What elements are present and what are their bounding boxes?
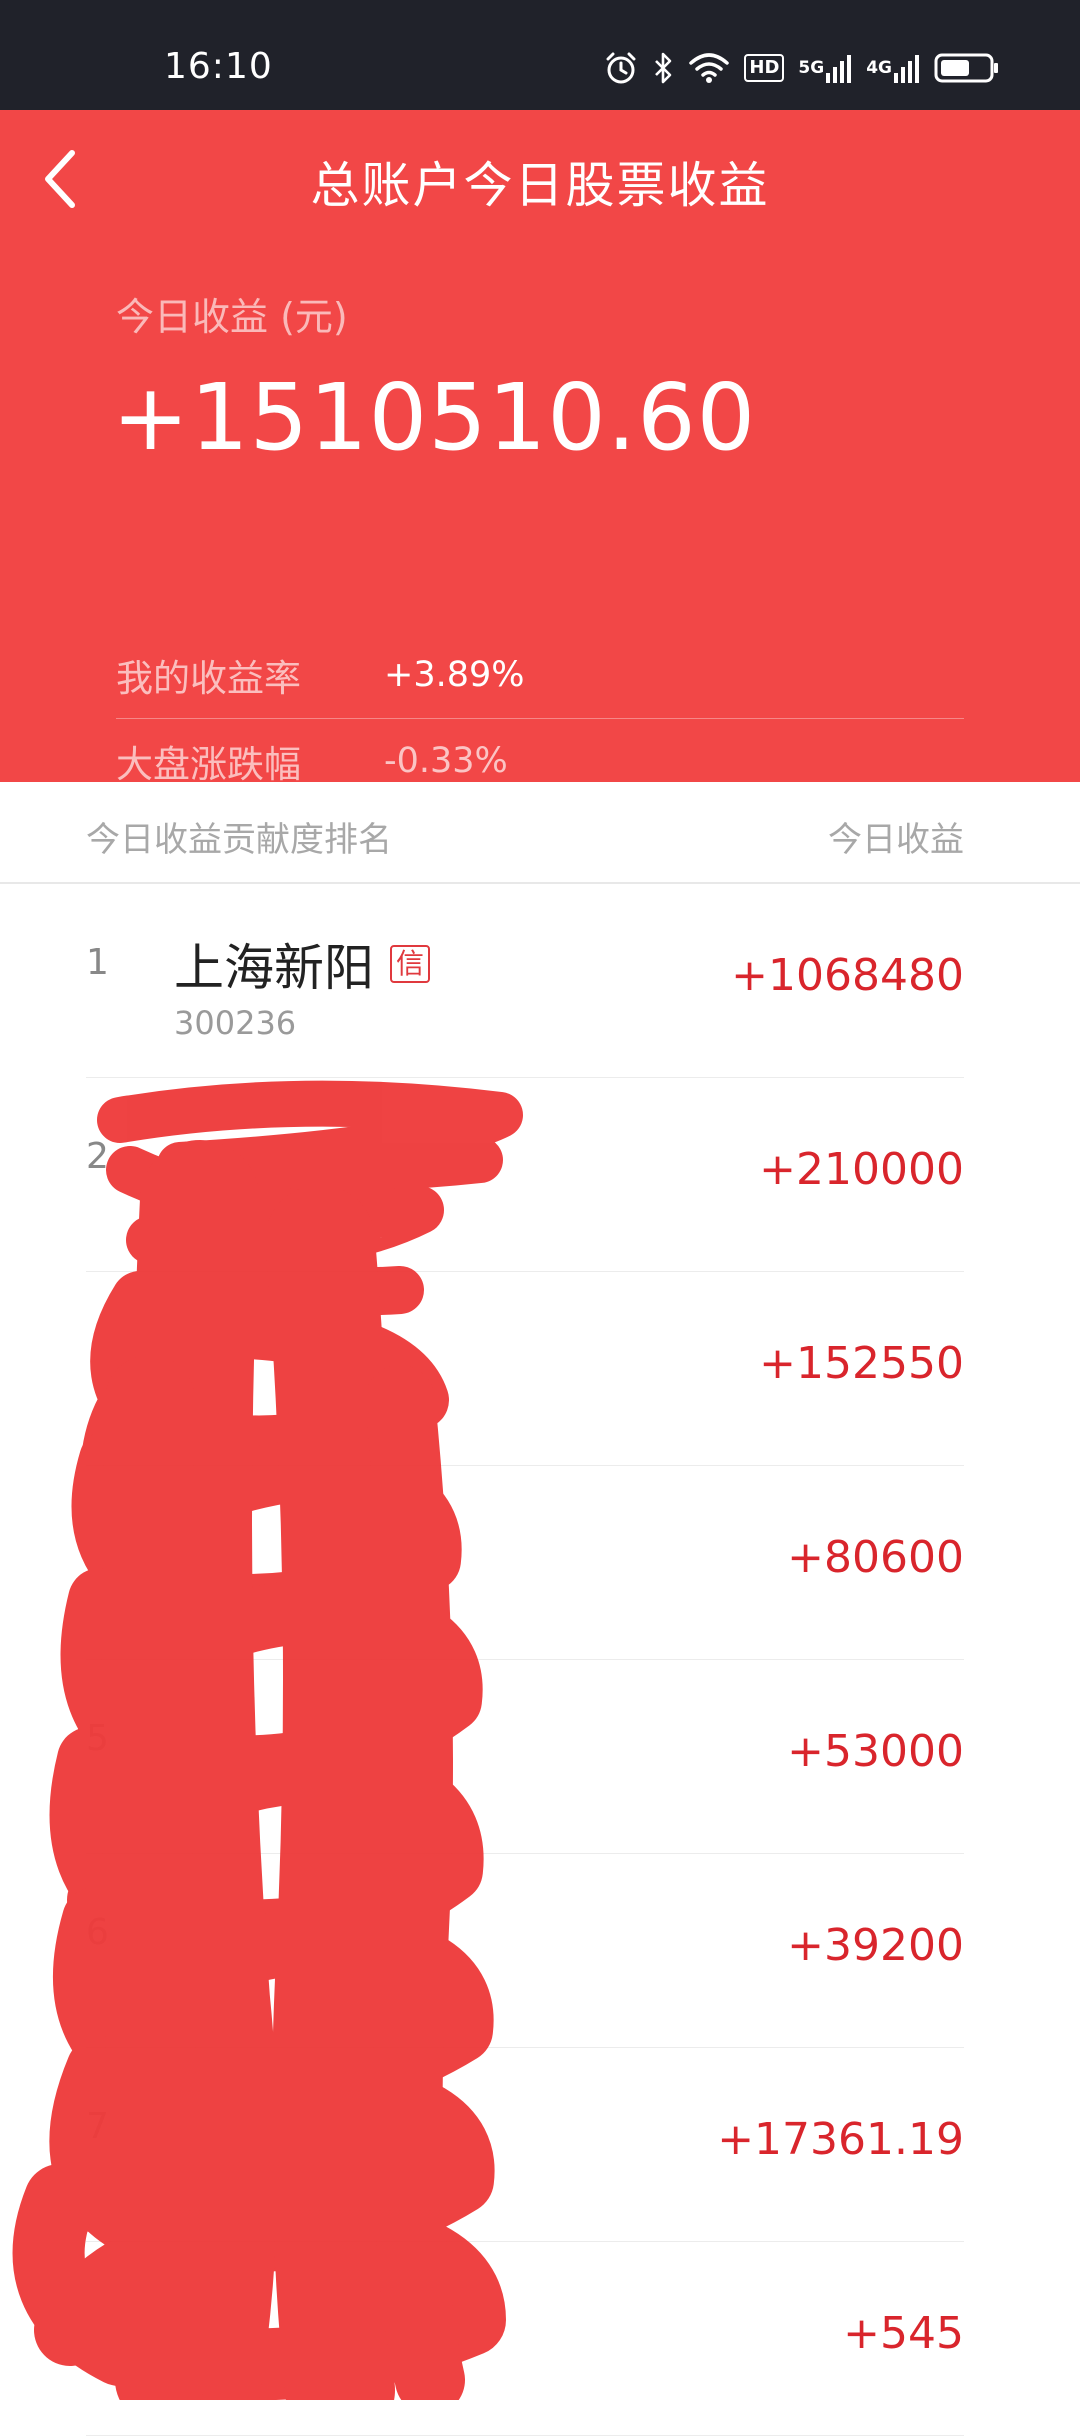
header-panel: 总账户今日股票收益 今日收益 (元) +1510510.60 我的收益率 +3.… (0, 110, 1080, 786)
yield-row: 我的收益率 +3.89% (116, 632, 964, 719)
hd-icon: HD (744, 50, 785, 86)
stock-profit: +210000 (759, 1144, 964, 1195)
list-header: 今日收益贡献度排名 今日收益 (0, 782, 1080, 884)
net2-label: 4G (866, 57, 892, 78)
bluetooth-icon (652, 50, 674, 86)
market-value: -0.33% (384, 741, 508, 781)
stock-profit: +152550 (759, 1338, 964, 1389)
rank-number: 5 (86, 1718, 109, 1759)
ranking-header: 今日收益贡献度排名 (86, 820, 392, 860)
stock-name: 上海新阳 信 (174, 928, 431, 1000)
hd-label: HD (744, 54, 785, 82)
stock-ranking-list: 1 上海新阳 信 300236 +1068480 2 +210000 +1525… (0, 884, 1080, 2436)
list-item[interactable]: 2 +210000 (86, 1078, 964, 1272)
list-item[interactable]: +152550 (86, 1272, 964, 1466)
list-item[interactable]: 6 +39200 (86, 1854, 964, 2048)
alarm-icon (604, 50, 638, 86)
stock-profit: +53000 (787, 1726, 964, 1777)
profit-column-header: 今日收益 (828, 820, 964, 860)
status-time: 16:10 (164, 46, 273, 87)
today-profit-value: +1510510.60 (112, 364, 757, 471)
stock-name-text: 上海新阳 (174, 939, 374, 997)
rank-number: 2 (86, 1136, 109, 1177)
yield-value: +3.89% (384, 655, 525, 695)
stock-profit: +17361.19 (717, 2114, 964, 2165)
list-item[interactable]: 7 +17361.19 (86, 2048, 964, 2242)
list-item[interactable]: 5 +53000 (86, 1660, 964, 1854)
list-item[interactable]: +545 (86, 2242, 964, 2436)
rank-number: 1 (86, 942, 109, 983)
wifi-icon (688, 50, 730, 86)
rank-number: 7 (86, 2106, 109, 2147)
stock-profit: +1068480 (731, 950, 964, 1001)
yield-label: 我的收益率 (116, 657, 301, 700)
margin-tag-badge: 信 (390, 945, 431, 983)
market-label: 大盘涨跌幅 (116, 743, 301, 786)
signal-5g-icon: 5G (798, 50, 852, 86)
list-item[interactable]: +80600 (86, 1466, 964, 1660)
rank-number: 6 (86, 1912, 109, 1953)
list-item[interactable]: 1 上海新阳 信 300236 +1068480 (86, 884, 964, 1078)
page-title: 总账户今日股票收益 (310, 157, 770, 214)
status-icons: HD 5G 4G (604, 48, 1000, 88)
net1-label: 5G (798, 57, 825, 78)
today-profit-label: 今日收益 (元) (116, 295, 348, 339)
stock-profit: +39200 (787, 1920, 964, 1971)
stock-profit: +80600 (787, 1532, 964, 1583)
stock-profit: +545 (843, 2308, 964, 2359)
signal-4g-icon: 4G (866, 50, 920, 86)
status-bar: 16:10 HD 5G 4G (0, 0, 1080, 110)
stock-code: 300236 (174, 1004, 297, 1042)
battery-icon (934, 50, 1000, 86)
